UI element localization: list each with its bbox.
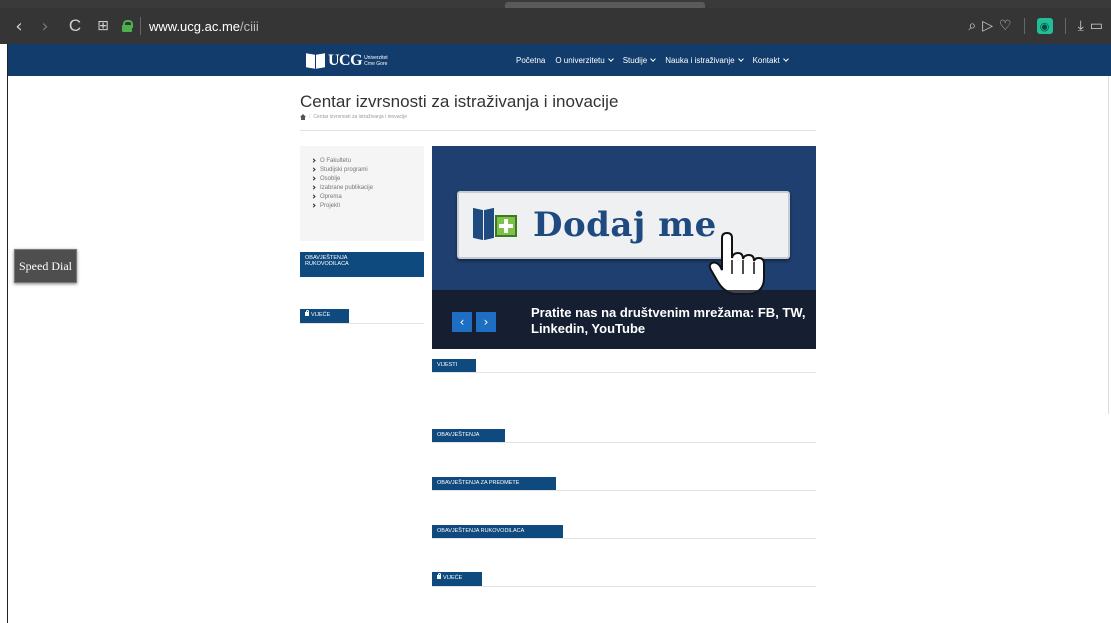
url-path: /ciii xyxy=(240,18,259,34)
tab-label: OBAVJEŠTENJA ZA PREDMETE xyxy=(437,480,520,486)
chevron-down-icon xyxy=(782,56,789,62)
menu-label: Kontakt xyxy=(752,55,780,65)
slider-prev-button[interactable]: ‹ xyxy=(452,312,472,332)
url-text[interactable]: www.ucg.ac.me/ciii xyxy=(149,19,259,34)
menu-item-pocetna[interactable]: Početna xyxy=(516,56,545,65)
tab-obavjestenja-rukovodilaca-main[interactable]: OBAVJEŠTENJA RUKOVODILACA xyxy=(432,525,563,538)
chevron-down-icon xyxy=(607,56,614,62)
tab-obavjestenja[interactable]: OBAVJEŠTENJA xyxy=(432,429,505,442)
section-divider xyxy=(432,586,816,587)
sidebar-item-studijski-programi[interactable]: Studijski programi xyxy=(311,165,424,174)
sidebar-item-oprema[interactable]: Oprema xyxy=(311,192,424,201)
menu-item-nauka[interactable]: Nauka i istraživanje xyxy=(665,55,744,65)
sidebar-item-o-fakultetu[interactable]: O Fakultetu xyxy=(311,156,424,165)
menu-label: Studije xyxy=(622,55,648,65)
tab-obavjestenja-rukovodilaca[interactable]: OBAVJEŠTENJA RUKOVODILACA xyxy=(300,252,424,277)
browser-chrome: ‹ › C ⊞ www.ucg.ac.me/ciii ⌕ ▷ ♡ ◉ ⤓ ▭ xyxy=(0,0,1111,44)
tab-label-line2: RUKOVODILACA xyxy=(305,261,349,267)
menu-item-studije[interactable]: Studije xyxy=(622,55,657,65)
section-divider xyxy=(432,490,816,491)
slider-next-button[interactable]: › xyxy=(476,312,496,332)
ucg-logo[interactable]: UCG Univerzitet Crne Gore xyxy=(306,52,394,70)
sidebar-item-osoblje[interactable]: Osoblje xyxy=(311,174,424,183)
chevron-right-icon xyxy=(311,176,316,181)
logo-subtitle: Univerzitet Crne Gore xyxy=(364,55,388,67)
book-logo-icon xyxy=(306,53,326,69)
banner-caption: Pratite nas na društvenim mrežama: FB, T… xyxy=(531,305,806,336)
search-icon[interactable]: ⌕ xyxy=(968,18,976,34)
section-divider xyxy=(300,323,424,324)
battery-icon[interactable]: ▭ xyxy=(1090,18,1103,34)
send-icon[interactable]: ▷ xyxy=(982,18,993,34)
section-divider xyxy=(432,442,816,443)
forward-icon[interactable]: › xyxy=(34,16,56,37)
heart-icon[interactable]: ♡ xyxy=(999,18,1012,34)
sidebar-item-label: Izabrane publikacije xyxy=(320,184,374,191)
title-divider xyxy=(300,130,816,131)
main-menu: Početna O univerzitetu Studije Nauka i i… xyxy=(516,44,789,76)
url-field[interactable]: www.ucg.ac.me/ciii xyxy=(122,17,259,35)
menu-label: Početna xyxy=(516,55,546,65)
tool-divider xyxy=(1023,18,1025,34)
section-divider xyxy=(432,538,816,539)
tab-label: VIJEĆE xyxy=(443,575,463,581)
sidebar-item-label: Oprema xyxy=(320,193,342,200)
url-host: www.ucg.ac.me xyxy=(149,18,241,34)
add-books-icon xyxy=(473,205,519,245)
lock-icon xyxy=(305,310,309,316)
tab-label: VIJESTI xyxy=(437,362,458,368)
speed-dial-button[interactable]: Speed Dial xyxy=(14,249,77,283)
chevron-right-icon xyxy=(311,158,316,163)
browser-tools: ⌕ ▷ ♡ ◉ ⤓ ▭ xyxy=(968,8,1103,44)
tab-label: VIJEĆE xyxy=(311,312,331,318)
pointer-hand-icon xyxy=(708,232,765,295)
breadcrumb-current: Centar izvrsnosti za istraživanja i inov… xyxy=(313,114,408,120)
section-divider xyxy=(432,372,816,373)
breadcrumb: / Centar izvrsnosti za istraživanja i in… xyxy=(300,114,407,120)
menu-item-o-univerzitetu[interactable]: O univerzitetu xyxy=(555,55,614,65)
banner-headline: Dodaj me xyxy=(533,205,717,245)
tool-divider xyxy=(1064,18,1066,34)
download-icon[interactable]: ⤓ xyxy=(1078,18,1084,34)
tab-label: OBAVJEŠTENJA xyxy=(437,432,480,438)
sidebar-item-label: O Fakultetu xyxy=(320,157,352,164)
sidebar-item-projekti[interactable]: Projekti xyxy=(311,201,424,210)
sidebar-item-izabrane-publikacije[interactable]: Izabrane publikacije xyxy=(311,183,424,192)
home-icon[interactable] xyxy=(300,114,306,120)
breadcrumb-separator: / xyxy=(309,114,311,120)
tab-strip xyxy=(0,0,1111,8)
chevron-down-icon xyxy=(650,56,657,62)
sidebar-menu: O Fakultetu Studijski programi Osoblje I… xyxy=(300,146,424,241)
page-title: Centar izvrsnosti za istraživanja i inov… xyxy=(300,92,619,111)
address-bar-row: ‹ › C ⊞ www.ucg.ac.me/ciii xyxy=(0,8,1111,44)
sidebar-item-label: Projekti xyxy=(320,202,341,209)
chevron-right-icon xyxy=(311,203,316,208)
back-icon[interactable]: ‹ xyxy=(8,16,30,37)
sidebar-item-label: Studijski programi xyxy=(320,166,368,173)
scrollbar-track[interactable] xyxy=(1108,44,1109,414)
tab-obavjestenja-za-predmete[interactable]: OBAVJEŠTENJA ZA PREDMETE xyxy=(432,477,556,490)
menu-label: Nauka i istraživanje xyxy=(665,55,735,65)
extension-icon[interactable]: ◉ xyxy=(1036,18,1053,34)
reload-icon[interactable]: C xyxy=(64,16,86,36)
lock-icon xyxy=(122,20,133,32)
menu-label: O univerzitetu xyxy=(555,55,605,65)
grid-icon[interactable]: ⊞ xyxy=(92,18,114,34)
banner-slider[interactable]: Dodaj me ‹ › Pratite nas na društvenim m… xyxy=(432,146,816,349)
site-navbar: UCG Univerzitet Crne Gore Početna O univ… xyxy=(8,44,1111,76)
tab-vijece-sidebar[interactable]: VIJEĆE xyxy=(300,309,349,323)
lock-icon xyxy=(437,573,441,579)
tab-vijesti[interactable]: VIJESTI xyxy=(432,359,476,372)
tab-vijece-main[interactable]: VIJEĆE xyxy=(432,572,482,586)
chevron-right-icon xyxy=(311,167,316,172)
url-divider xyxy=(140,17,141,35)
logo-text: UCG xyxy=(328,52,363,69)
sidebar-item-label: Osoblje xyxy=(320,175,341,182)
sidebar-border xyxy=(7,44,8,623)
menu-item-kontakt[interactable]: Kontakt xyxy=(752,55,789,65)
chevron-down-icon xyxy=(737,56,744,62)
chevron-right-icon xyxy=(311,185,316,190)
chevron-right-icon xyxy=(311,194,316,199)
tab-label: OBAVJEŠTENJA RUKOVODILACA xyxy=(437,528,525,534)
